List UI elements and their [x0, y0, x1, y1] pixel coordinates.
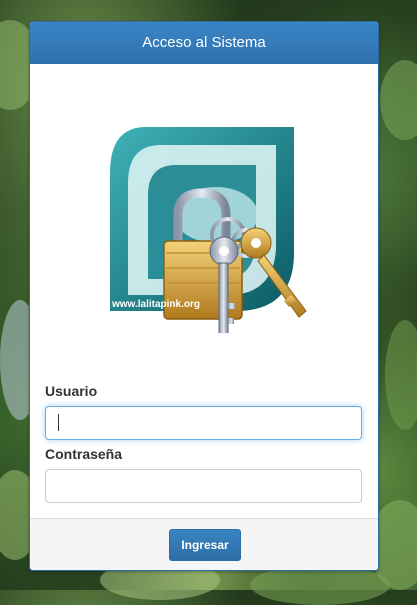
login-panel: Acceso al Sistema www.lalitapink.org Usu… [29, 21, 379, 571]
logo-watermark: www.lalitapink.org [111, 299, 200, 310]
panel-footer: Ingresar [30, 518, 378, 570]
panel-title: Acceso al Sistema [142, 34, 266, 51]
panel-heading: Acceso al Sistema [30, 22, 378, 64]
login-button[interactable]: Ingresar [169, 529, 241, 561]
username-input[interactable] [45, 406, 362, 440]
text-caret [58, 414, 59, 431]
padlock-keys-icon: www.lalitapink.org [106, 123, 311, 342]
password-label: Contraseña [45, 446, 123, 462]
password-input[interactable] [45, 469, 362, 503]
username-field-wrap [30, 406, 378, 440]
username-label: Usuario [45, 383, 98, 399]
